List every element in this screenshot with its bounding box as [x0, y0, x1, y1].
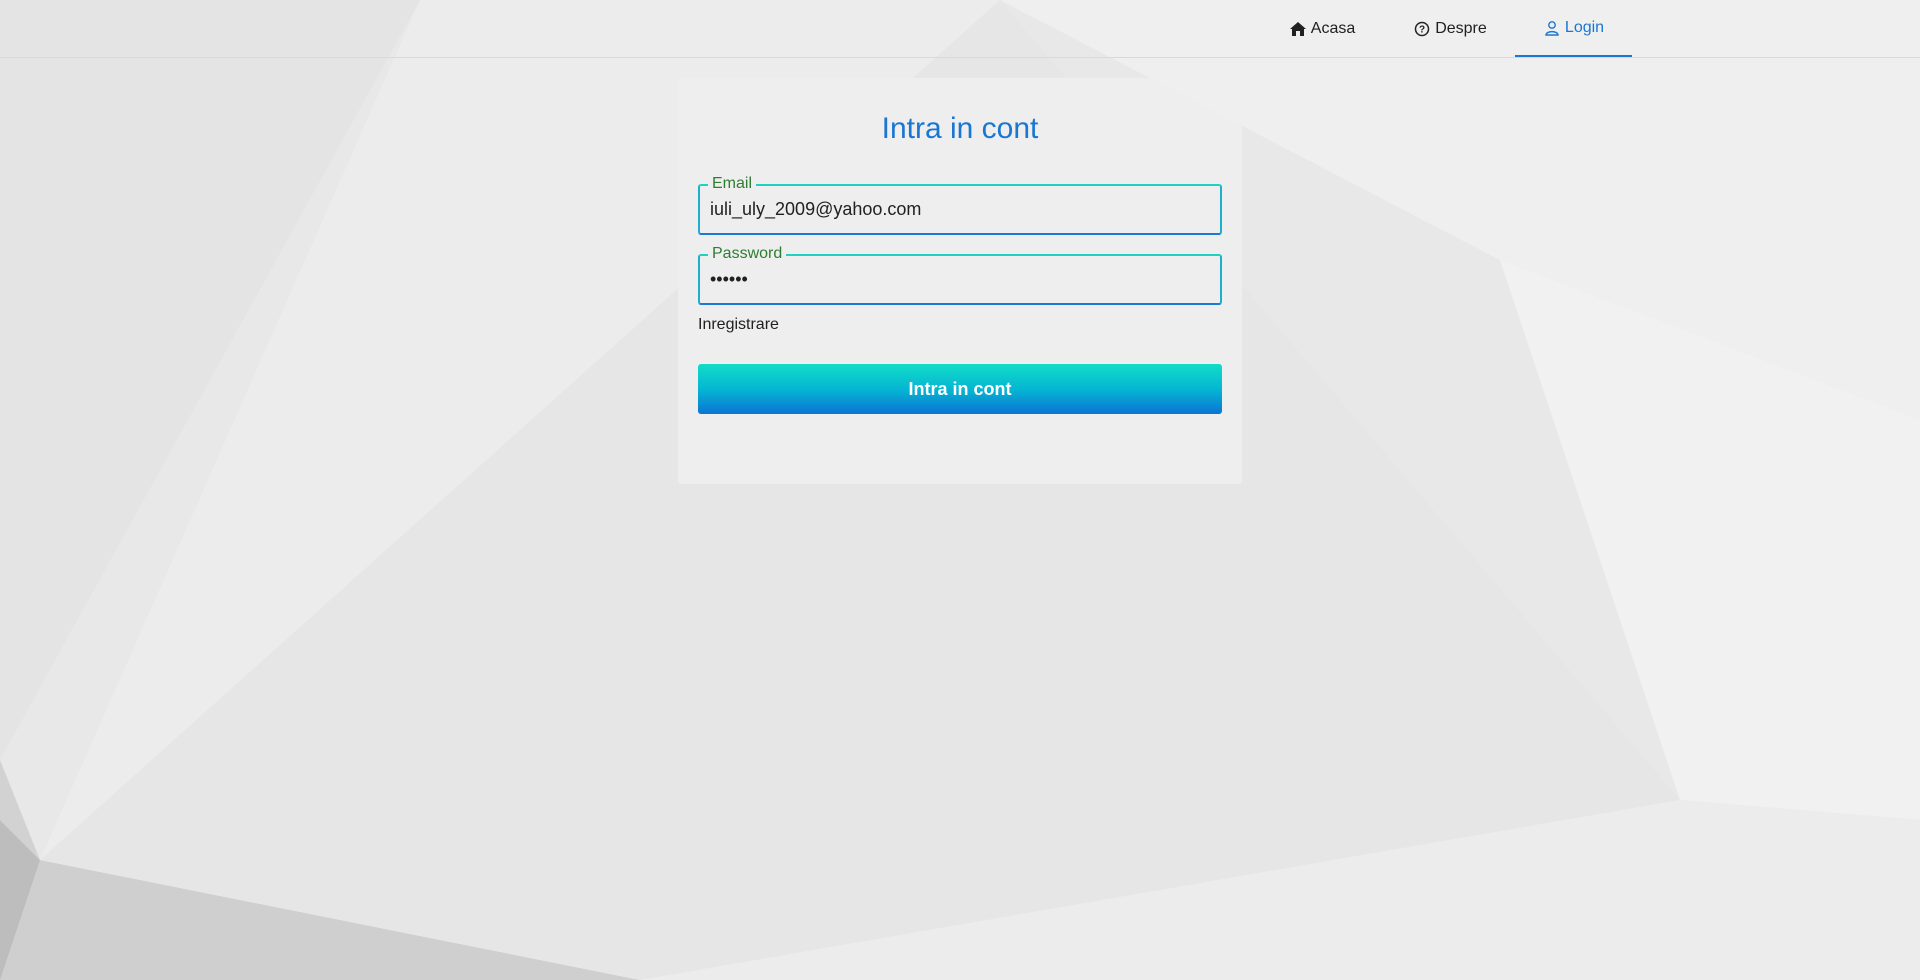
- login-button[interactable]: Intra in cont: [698, 364, 1222, 414]
- user-icon: [1543, 19, 1561, 37]
- home-icon: [1289, 20, 1307, 38]
- nav-item-despre[interactable]: ? Despre: [1400, 0, 1500, 57]
- nav-item-label: Login: [1564, 18, 1605, 36]
- nav-item-label: Despre: [1435, 19, 1487, 37]
- page-title: Intra in cont: [881, 112, 1039, 145]
- nav-item-acasa[interactable]: Acasa: [1272, 0, 1372, 57]
- password-field[interactable]: Password: [698, 244, 1222, 305]
- email-field[interactable]: Email: [698, 174, 1222, 235]
- nav-item-label: Acasa: [1310, 19, 1356, 37]
- question-circle-icon: ?: [1413, 20, 1431, 38]
- password-input[interactable]: [710, 266, 1210, 292]
- nav-item-login[interactable]: Login: [1515, 0, 1632, 57]
- email-label: Email: [708, 174, 757, 194]
- svg-text:?: ?: [1419, 24, 1425, 35]
- password-label: Password: [708, 244, 787, 264]
- register-link[interactable]: Inregistrare: [698, 316, 779, 334]
- email-input[interactable]: [710, 196, 1210, 222]
- top-navigation-bar: Acasa ? Despre Login: [0, 0, 1920, 58]
